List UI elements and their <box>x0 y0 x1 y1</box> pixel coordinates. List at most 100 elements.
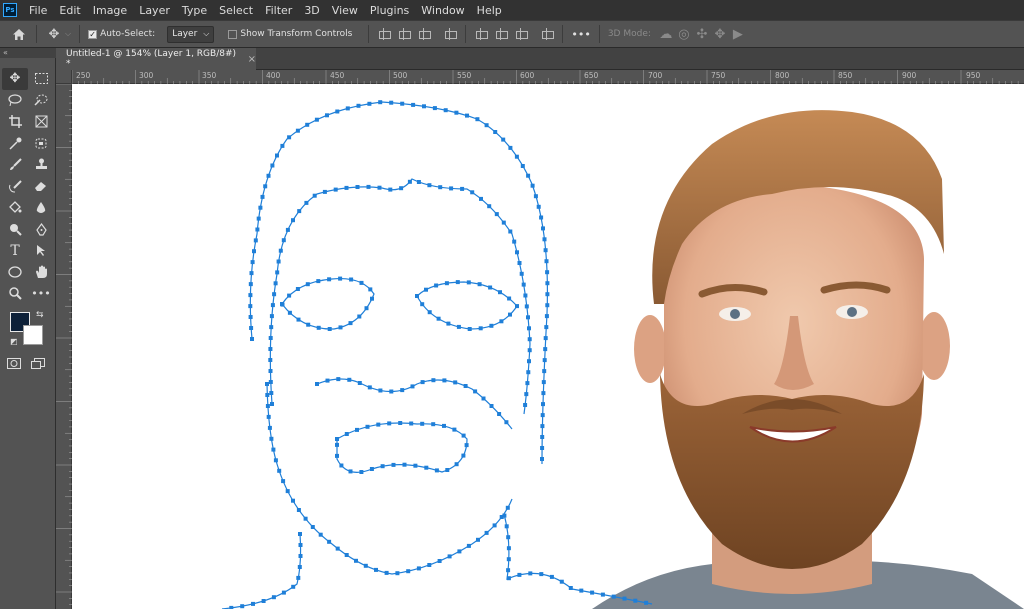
align-middle-icon[interactable] <box>494 27 509 41</box>
move-tool-icon[interactable]: ✥ <box>2 68 28 90</box>
align-bottom-icon[interactable] <box>514 27 529 41</box>
stamp-tool-icon[interactable] <box>28 154 54 176</box>
chevron-down-icon[interactable]: ⌵ <box>65 29 71 39</box>
anchor-point <box>374 567 378 572</box>
anchor-point <box>515 250 519 255</box>
separator <box>562 25 564 43</box>
anchor-point <box>314 117 319 122</box>
roll-3d-icon[interactable]: ◎ <box>675 25 693 43</box>
screen-mode-icon[interactable] <box>29 356 47 370</box>
quick-select-tool-icon[interactable] <box>28 90 54 112</box>
path-select-tool-icon[interactable] <box>28 240 54 262</box>
anchor-point <box>504 524 509 529</box>
anchor-point <box>454 110 459 115</box>
more-options-button[interactable]: ••• <box>571 28 590 41</box>
align-top-icon[interactable] <box>474 27 489 41</box>
crop-tool-icon[interactable] <box>2 111 28 133</box>
document-tab[interactable]: Untitled-1 @ 154% (Layer 1, RGB/8#) * × <box>56 48 256 70</box>
transform-controls-checkbox[interactable] <box>228 29 238 39</box>
default-colors-icon[interactable]: ◩ <box>10 337 18 346</box>
separator <box>598 25 600 43</box>
anchor-point <box>523 293 528 298</box>
menu-help[interactable]: Help <box>471 4 508 17</box>
swap-colors-icon[interactable]: ⇆ <box>36 310 44 320</box>
align-center-icon[interactable] <box>397 27 412 41</box>
anchor-point <box>281 238 286 243</box>
anchor-point <box>400 101 405 106</box>
close-icon[interactable]: × <box>248 54 256 65</box>
eraser-tool-icon[interactable] <box>28 176 54 198</box>
brush-tool-icon[interactable] <box>2 154 28 176</box>
blur-tool-icon[interactable] <box>28 197 54 219</box>
document-canvas[interactable] <box>72 84 1024 609</box>
anchor-point <box>467 327 472 331</box>
hand-tool-icon[interactable] <box>28 262 54 284</box>
menu-edit[interactable]: Edit <box>53 4 86 17</box>
anchor-point <box>310 525 315 529</box>
home-icon[interactable] <box>10 25 28 43</box>
align-distribute-icon[interactable] <box>443 27 458 41</box>
anchor-point <box>389 389 394 394</box>
patch-tool-icon[interactable] <box>28 133 54 155</box>
auto-select-checkbox[interactable]: ✓ <box>88 29 98 39</box>
ruler-label: 400 <box>266 71 281 80</box>
align-left-icon[interactable] <box>377 27 392 41</box>
menu-view[interactable]: View <box>326 4 364 17</box>
anchor-point <box>306 322 311 327</box>
menu-plugins[interactable]: Plugins <box>364 4 415 17</box>
zoom-tool-icon[interactable] <box>2 283 28 305</box>
menu-window[interactable]: Window <box>415 4 470 17</box>
anchor-point <box>368 287 373 292</box>
menu-file[interactable]: File <box>23 4 53 17</box>
align-distribute-v-icon[interactable] <box>540 27 555 41</box>
anchor-point <box>508 145 513 150</box>
anchor-point <box>455 280 460 285</box>
anchor-point <box>370 296 374 301</box>
anchor-point <box>454 462 459 467</box>
ellipse-tool-icon[interactable] <box>2 262 28 284</box>
anchor-point <box>465 113 469 118</box>
dodge-tool-icon[interactable] <box>2 219 28 241</box>
orbit-3d-icon[interactable]: ☁ <box>657 25 675 43</box>
paint-bucket-tool-icon[interactable] <box>2 197 28 219</box>
camera-3d-icon[interactable]: ▶ <box>729 25 747 43</box>
pan-3d-icon[interactable]: ✣ <box>693 25 711 43</box>
anchor-point <box>449 186 454 191</box>
anchor-point <box>384 570 389 575</box>
anchor-point <box>261 599 266 603</box>
quick-mask-icon[interactable] <box>5 356 23 370</box>
background-color-swatch[interactable] <box>23 325 43 345</box>
more-tools-icon[interactable]: ••• <box>28 283 54 305</box>
frame-tool-icon[interactable] <box>28 111 54 133</box>
menu-filter[interactable]: Filter <box>259 4 298 17</box>
anchor-point <box>499 319 504 324</box>
marquee-tool-icon[interactable] <box>28 68 54 90</box>
menu-3d[interactable]: 3D <box>298 4 325 17</box>
anchor-point <box>479 196 483 201</box>
history-brush-tool-icon[interactable] <box>2 176 28 198</box>
anchor-point <box>297 565 302 569</box>
auto-select-label: Auto-Select: <box>100 29 156 39</box>
menu-type[interactable]: Type <box>176 4 213 17</box>
eyedropper-tool-icon[interactable] <box>2 133 28 155</box>
toolbar-collapse[interactable]: « <box>0 48 56 58</box>
ruler-label: 750 <box>711 71 726 80</box>
align-right-icon[interactable] <box>417 27 432 41</box>
anchor-point <box>514 154 519 159</box>
menu-image[interactable]: Image <box>87 4 133 17</box>
app-logo[interactable]: Ps <box>3 3 17 17</box>
anchor-point <box>498 290 502 295</box>
slide-3d-icon[interactable]: ✥ <box>711 25 729 43</box>
anchor-point <box>369 467 374 471</box>
move-icon[interactable]: ✥ <box>45 25 63 43</box>
pen-path-outline <box>221 101 653 609</box>
anchor-point <box>359 470 364 474</box>
layer-select[interactable]: Layer ⌵ <box>167 25 215 43</box>
type-tool-icon[interactable]: T <box>2 240 28 262</box>
separator <box>465 25 467 43</box>
menu-select[interactable]: Select <box>213 4 259 17</box>
menu-layer[interactable]: Layer <box>133 4 176 17</box>
anchor-point <box>456 324 461 329</box>
lasso-tool-icon[interactable] <box>2 90 28 112</box>
pen-tool-icon[interactable] <box>28 219 54 241</box>
